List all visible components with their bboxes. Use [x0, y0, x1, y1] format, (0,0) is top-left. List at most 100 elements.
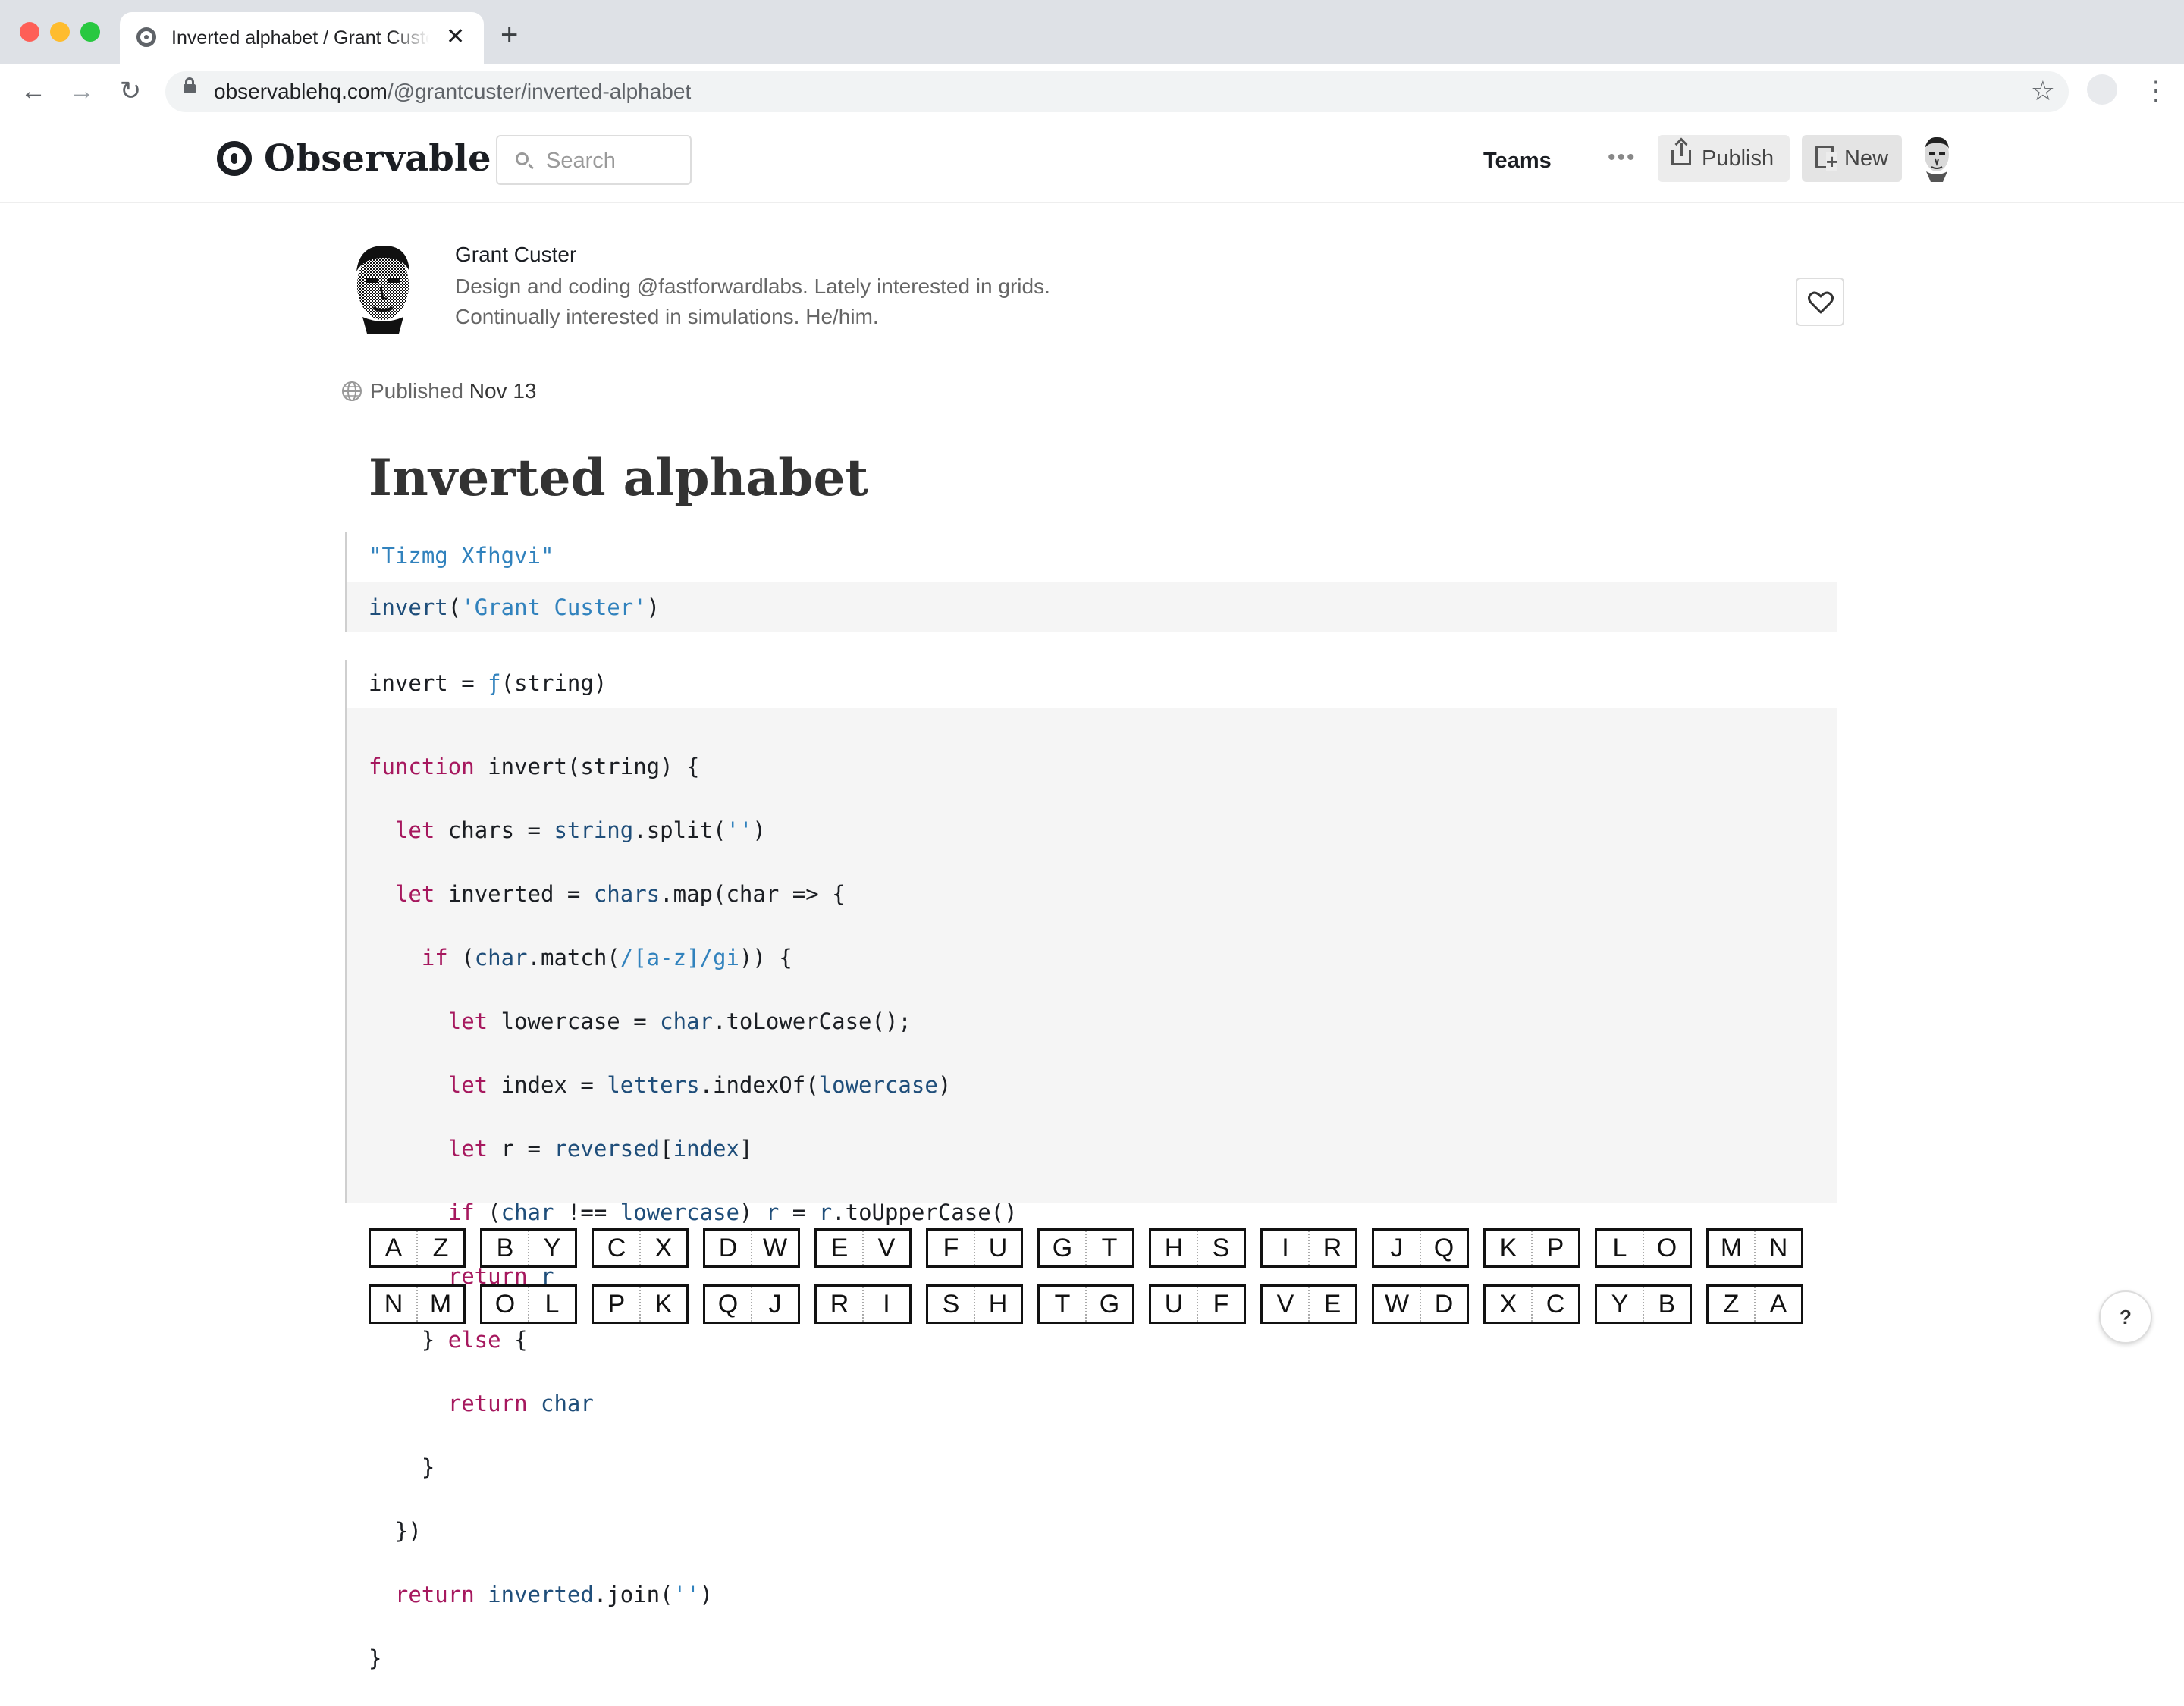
new-notebook-button[interactable]: New: [1802, 135, 1902, 182]
letter-pair-char: R: [1308, 1231, 1355, 1265]
author-name[interactable]: Grant Custer: [455, 241, 576, 268]
window-minimize-button[interactable]: [50, 22, 70, 42]
letter-pair-char: J: [751, 1287, 798, 1322]
star-icon[interactable]: ☆: [2031, 76, 2055, 106]
letter-pair-char: E: [1308, 1287, 1355, 1322]
publish-button[interactable]: Publish: [1658, 135, 1790, 182]
observable-logo-icon[interactable]: [217, 141, 252, 176]
browser-tab[interactable]: Inverted alphabet / Grant Custer | Obser…: [120, 12, 484, 64]
letter-pair: UF: [1149, 1284, 1246, 1324]
letter-pair-char: K: [639, 1287, 686, 1322]
new-label: New: [1844, 146, 1889, 171]
letter-pair: DW: [703, 1228, 800, 1268]
published-info: Published Nov 13: [370, 378, 536, 405]
letter-pair-char: L: [528, 1287, 575, 1322]
letter-pair-char: D: [1420, 1287, 1467, 1322]
cell-2-output-fn: ƒ: [488, 670, 501, 696]
published-label: Published: [370, 379, 463, 403]
letter-pair-char: M: [416, 1287, 463, 1322]
letter-pair-char: A: [1754, 1287, 1801, 1322]
letter-pair-char: Q: [1420, 1231, 1467, 1265]
letter-pair-char: U: [1164, 1290, 1184, 1319]
letter-pair: XC: [1483, 1284, 1580, 1324]
letter-pair-char: J: [1390, 1234, 1404, 1262]
window-close-button[interactable]: [20, 22, 39, 42]
letter-pair: EV: [814, 1228, 912, 1268]
letter-pair-char: D: [718, 1234, 738, 1262]
letter-pair: CX: [592, 1228, 689, 1268]
letter-pair: VE: [1260, 1284, 1357, 1324]
letter-pair-char: C: [1531, 1287, 1578, 1322]
letter-pair: SH: [926, 1284, 1023, 1324]
letter-pair: BY: [480, 1228, 577, 1268]
url-host: observablehq.com: [214, 80, 388, 103]
letter-pair-char: Z: [1723, 1290, 1740, 1319]
cell-2-output: invert = ƒ(string): [369, 667, 607, 699]
letter-pair-char: N: [1754, 1231, 1801, 1265]
browser-profile-avatar[interactable]: [2087, 74, 2117, 105]
cell-1-source[interactable]: invert('Grant Custer'): [347, 582, 1837, 632]
search-input[interactable]: Search: [496, 135, 692, 185]
letter-pair: IR: [1260, 1228, 1357, 1268]
letter-pair-char: Y: [528, 1231, 575, 1265]
letter-pair-char: V: [862, 1231, 909, 1265]
teams-link[interactable]: Teams: [1483, 147, 1552, 174]
author-bio-line-2: Continually interested in simulations. H…: [455, 305, 879, 328]
cell-2-output-sig: (string): [500, 670, 607, 696]
browser-tab-strip: Inverted alphabet / Grant Custer | Obser…: [0, 0, 2184, 64]
letter-pair-char: G: [1052, 1234, 1073, 1262]
letter-pair-char: L: [1612, 1234, 1627, 1262]
letter-pair: LO: [1595, 1228, 1692, 1268]
new-notebook-icon: [1815, 146, 1838, 171]
letter-pair-char: P: [1531, 1231, 1578, 1265]
help-button[interactable]: ?: [2099, 1290, 2152, 1344]
letter-pair-char: O: [494, 1290, 516, 1319]
letter-pair-char: Y: [1611, 1290, 1629, 1319]
letter-pair: FU: [926, 1228, 1023, 1268]
letter-pair-char: F: [943, 1234, 959, 1262]
letter-pair: NM: [369, 1284, 466, 1324]
letter-pair-char: P: [607, 1290, 626, 1319]
author-avatar[interactable]: [349, 241, 417, 334]
letter-pair-char: A: [384, 1234, 403, 1262]
reload-icon[interactable]: ↻: [114, 74, 147, 108]
browser-toolbar: ← → ↻ observablehq.com/@grantcuster/inve…: [0, 64, 2184, 121]
letter-pair-char: H: [1164, 1234, 1184, 1262]
letter-pair: AZ: [369, 1228, 466, 1268]
notebook-title[interactable]: Inverted alphabet: [369, 446, 868, 510]
letter-pair-char: B: [496, 1234, 514, 1262]
letter-pair-char: O: [1643, 1231, 1690, 1265]
letter-pair-char: H: [974, 1287, 1021, 1322]
url-text[interactable]: observablehq.com/@grantcuster/inverted-a…: [214, 80, 691, 104]
letter-pair-char: S: [1197, 1231, 1244, 1265]
tab-title: Inverted alphabet / Grant Custer | Obser…: [171, 27, 429, 49]
letter-pair: MN: [1706, 1228, 1803, 1268]
letter-pair-char: N: [384, 1290, 403, 1319]
more-menu-icon[interactable]: •••: [1608, 143, 1636, 173]
new-tab-icon[interactable]: +: [500, 20, 518, 50]
letter-pair: QJ: [703, 1284, 800, 1324]
tab-close-icon[interactable]: ✕: [446, 24, 465, 50]
published-date: Nov 13: [469, 379, 537, 403]
letter-pair-char: T: [1054, 1290, 1071, 1319]
letter-pair-char: Q: [717, 1290, 739, 1319]
letter-pair-char: X: [639, 1231, 686, 1265]
browser-menu-icon[interactable]: ⋮: [2143, 73, 2169, 109]
back-arrow-icon[interactable]: ←: [17, 74, 50, 108]
letter-pair-char: T: [1085, 1231, 1132, 1265]
forward-arrow-icon[interactable]: →: [65, 74, 99, 108]
letter-pair-char: C: [607, 1234, 626, 1262]
letter-pair: RI: [814, 1284, 912, 1324]
like-button[interactable]: [1796, 278, 1844, 326]
letter-pair-char: S: [942, 1290, 960, 1319]
letter-pair-char: M: [1720, 1234, 1743, 1262]
publish-label: Publish: [1702, 146, 1774, 171]
letter-pair-char: F: [1197, 1287, 1244, 1322]
letter-pair-char: K: [1499, 1234, 1517, 1262]
logo-text[interactable]: Observable: [264, 136, 491, 180]
site-header: Observable Search Teams ••• Publish New: [0, 120, 2184, 203]
letter-pair-char: I: [862, 1287, 909, 1322]
window-zoom-button[interactable]: [80, 22, 100, 42]
user-avatar[interactable]: [1920, 135, 1953, 183]
address-bar[interactable]: observablehq.com/@grantcuster/inverted-a…: [165, 71, 2069, 112]
